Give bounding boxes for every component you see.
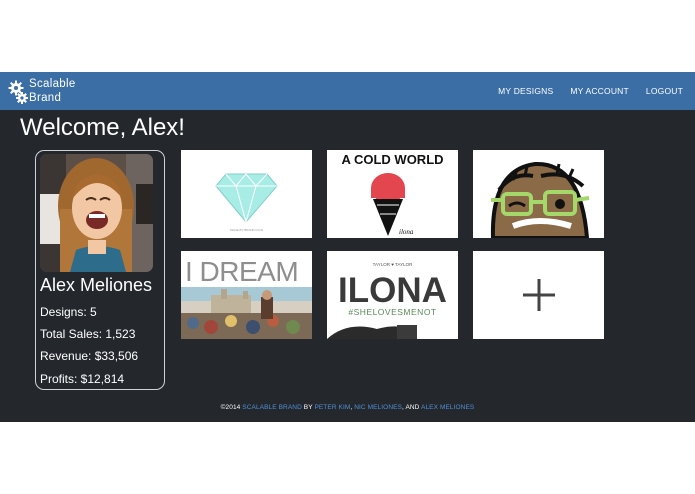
gears-icon xyxy=(8,80,28,104)
profile-card: Alex Meliones Designs: 5 Total Sales: 1,… xyxy=(35,150,165,390)
ilona-hashtag: #SHELOVESMENOT xyxy=(348,307,436,317)
footer-and: , AND xyxy=(401,404,420,411)
plus-icon xyxy=(522,279,555,311)
cold-world-title: A COLD WORLD xyxy=(341,152,443,167)
dashboard-main: Welcome, Alex! Alex Meliones Designs: 5 … xyxy=(0,110,695,422)
footer-author-alex-meliones[interactable]: ALEX MELIONES xyxy=(421,404,474,411)
brand-name-line1: Scalable xyxy=(29,78,76,90)
design-tile-ilona[interactable]: TAYLOR ♥ TAYLOR ILONA #SHELOVESMENOT xyxy=(327,251,458,339)
design-tile-glasses[interactable] xyxy=(473,150,604,238)
ilona-title: ILONA xyxy=(338,271,447,310)
stat-profits: Profits: $12,814 xyxy=(40,372,125,386)
avatar xyxy=(40,154,153,272)
footer-by: BY xyxy=(303,404,313,411)
design-tile-cold-world[interactable]: A COLD WORLD ilona xyxy=(327,150,458,238)
footer-brand-link[interactable]: SCALABLE BRAND xyxy=(242,404,302,411)
footer-author-peter-kim[interactable]: PETER KIM xyxy=(314,404,350,411)
stat-revenue: Revenue: $33,506 xyxy=(40,349,139,363)
profile-name: Alex Meliones xyxy=(40,275,153,295)
footer-author-nic-meliones[interactable]: NIC MELIONES xyxy=(354,404,402,411)
nav-links: MY DESIGNS MY ACCOUNT LOGOUT xyxy=(481,72,683,110)
i-dream-title: I DREAM xyxy=(185,256,298,287)
brand-logo[interactable]: Scalable Brand xyxy=(8,77,88,107)
footer-sep: , xyxy=(350,404,353,411)
cold-world-sub: ilona xyxy=(399,228,414,236)
nav-my-account[interactable]: MY ACCOUNT xyxy=(570,86,629,96)
welcome-heading: Welcome, Alex! xyxy=(20,114,185,141)
stat-total-sales: Total Sales: 1,523 xyxy=(40,327,136,341)
ilona-top: TAYLOR ♥ TAYLOR xyxy=(373,262,414,267)
design-tile-diamond[interactable]: MADE BY BRAND ICON xyxy=(181,150,312,238)
footer: ©2014 SCALABLE BRAND BY PETER KIM, NIC M… xyxy=(0,404,695,411)
add-design-button[interactable] xyxy=(473,251,604,339)
design-tile-i-dream[interactable]: I DREAM xyxy=(181,251,312,339)
brand-name-line2: Brand xyxy=(29,92,62,104)
diamond-caption: MADE BY BRAND ICON xyxy=(230,228,263,232)
stat-designs: Designs: 5 xyxy=(40,305,97,319)
nav-my-designs[interactable]: MY DESIGNS xyxy=(498,86,553,96)
nav-logout[interactable]: LOGOUT xyxy=(646,86,683,96)
footer-copyright: ©2014 xyxy=(220,404,241,411)
navbar: Scalable Brand MY DESIGNS MY ACCOUNT LOG… xyxy=(0,72,695,110)
